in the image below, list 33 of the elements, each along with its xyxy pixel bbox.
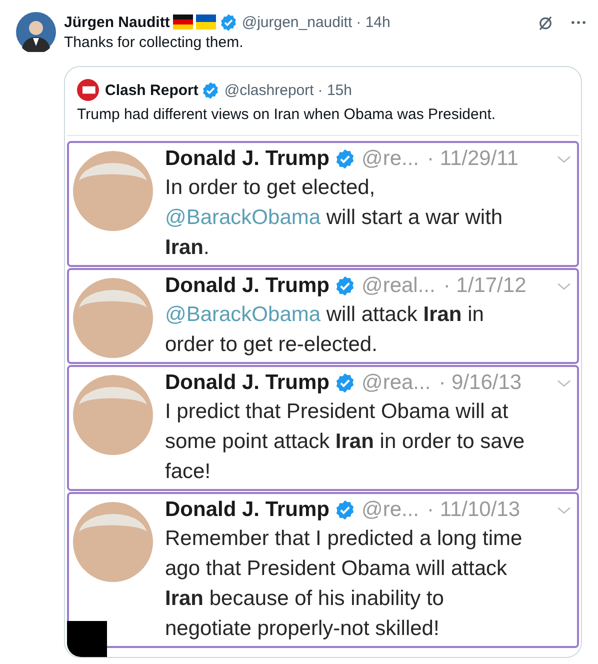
tweet-text: In order to get elected, @BarackObama will start a war with Iran. [165,175,504,261]
user-handle: @rea... [362,370,431,396]
tweet-text: I predict that President Obama will at some point attack Iran in order to save face! [165,399,526,485]
user-handle[interactable]: @clashreport [224,82,314,98]
post-date: · 11/29/11 [427,146,518,172]
ukrainian-flag-icon [196,12,216,32]
author-name: Donald J. Trump [165,370,330,396]
avatar[interactable] [16,12,56,52]
verified-badge-icon [334,275,356,297]
post-date: · 9/16/13 [438,370,522,396]
author-name: Donald J. Trump [165,146,330,172]
verified-badge-icon [334,499,356,521]
author-name: Donald J. Trump [165,497,330,523]
verified-badge-icon [334,372,356,394]
german-flag-icon [172,12,193,32]
post-date: · 11/10/13 [427,497,520,523]
user-handle: @re... [362,146,420,172]
user-handle: @real... [362,273,436,299]
user-handle[interactable]: @jurgen_nauditt [242,14,352,30]
post-time[interactable]: · 14h [356,14,390,30]
post-text: Trump had different views on Iran when Obama was President. [76,105,497,125]
user-handle: @re... [362,497,420,523]
redaction-block [67,621,107,657]
post-date: · 1/17/12 [443,273,526,299]
author-name[interactable]: Jürgen Nauditt [64,14,170,30]
post-text: Thanks for collecting them. [64,33,244,53]
logo-icon[interactable] [77,79,99,101]
author-name[interactable]: Clash Report [105,82,198,98]
tweet-text: @BarackObama will attack Iran in order to get re-elected. [165,302,485,358]
verified-badge-icon [334,148,356,170]
author-name: Donald J. Trump [165,273,330,299]
post-time[interactable]: · 15h [318,82,352,98]
tweet-text: Remember that I predicted a long time ago that President Obama will attack Iran because of his inability to negotiate properly-not skilled! [165,526,524,642]
